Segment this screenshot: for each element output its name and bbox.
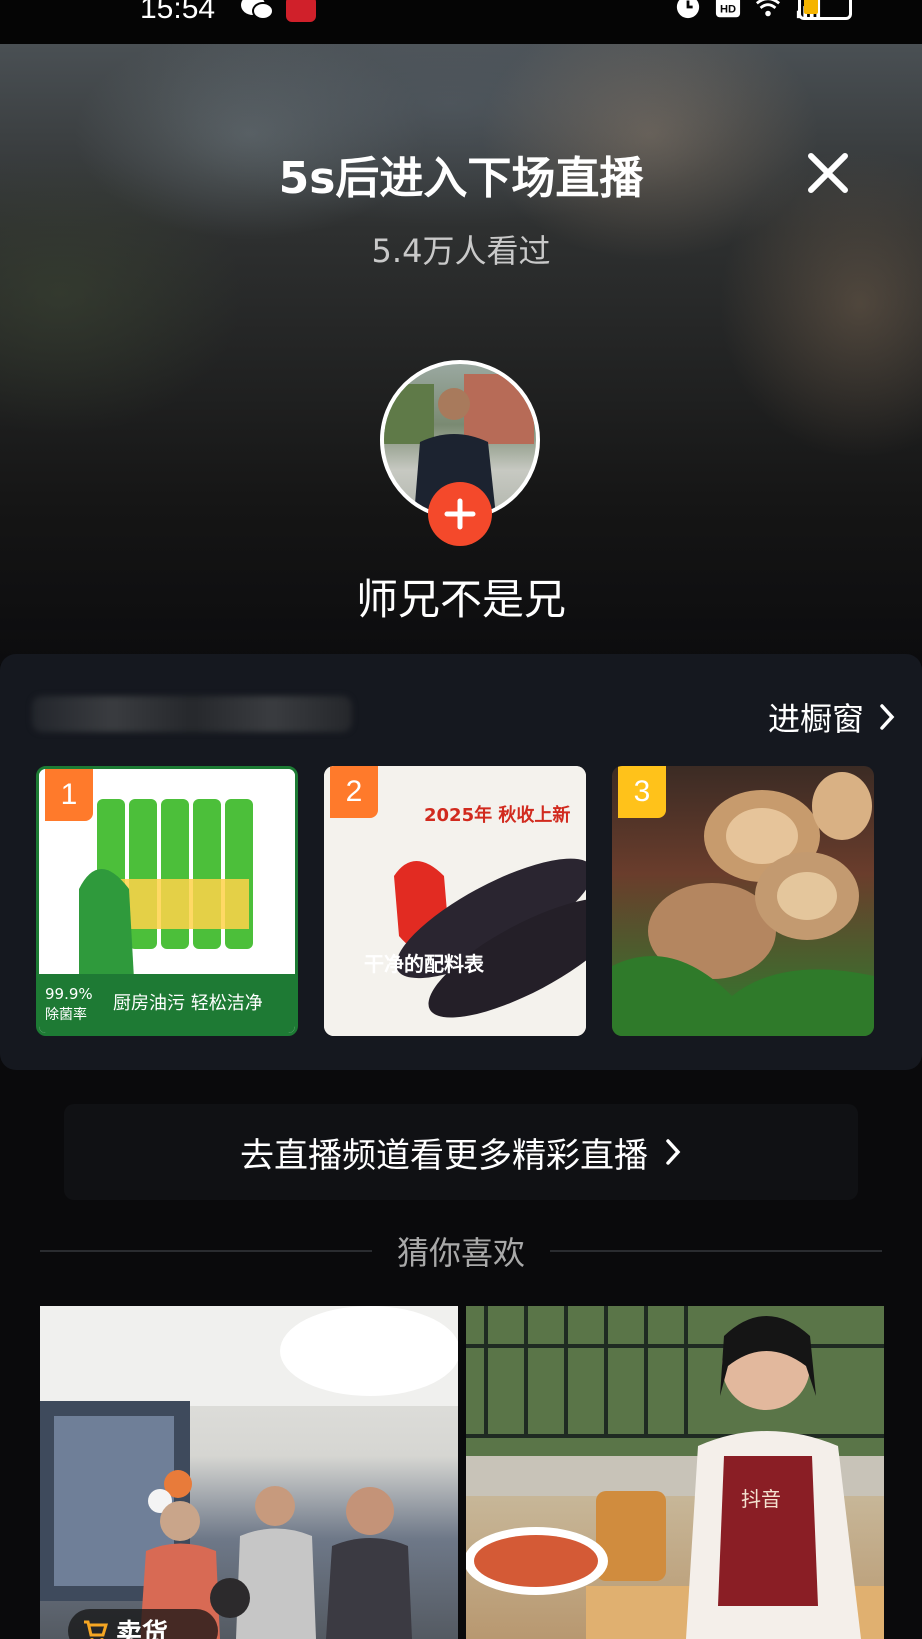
sell-badge-label: 卖货 bbox=[116, 1618, 169, 1639]
follow-button[interactable] bbox=[428, 482, 492, 546]
battery-icon bbox=[798, 0, 852, 20]
svg-text:抖音: 抖音 bbox=[741, 1487, 781, 1511]
live-channel-label: 去直播频道看更多精彩直播 bbox=[240, 1135, 648, 1176]
product-list: 99.9% 除菌率 厨房油污 轻松洁净 1 2025年 秋收上新 干净的配料表 … bbox=[36, 766, 874, 1036]
live-card[interactable]: 抖音 bbox=[466, 1306, 884, 1639]
product-card[interactable]: 3 bbox=[612, 766, 874, 1036]
rank-badge: 2 bbox=[330, 766, 378, 818]
chevron-right-icon bbox=[880, 704, 895, 730]
enter-shop-window-label: 进橱窗 bbox=[767, 700, 864, 738]
live-card[interactable]: 卖货 bbox=[40, 1306, 458, 1639]
wechat-icon bbox=[241, 0, 274, 20]
live-thumbnail-cooking: 抖音 bbox=[466, 1306, 884, 1639]
wifi-icon bbox=[755, 0, 781, 17]
viewer-count: 5.4万人看过 bbox=[371, 232, 551, 270]
app-notification-icon bbox=[286, 0, 316, 22]
streamer-name: 师兄不是兄 bbox=[355, 575, 566, 624]
svg-text:2025年 秋收上新: 2025年 秋收上新 bbox=[424, 804, 570, 826]
rank-badge: 3 bbox=[618, 766, 666, 818]
status-time: 15:54 bbox=[140, 0, 216, 25]
svg-text:干净的配料表: 干净的配料表 bbox=[364, 952, 485, 976]
enter-shop-window-link[interactable]: 进橱窗 bbox=[768, 694, 896, 740]
recommend-divider: 猜你喜欢 bbox=[0, 1228, 922, 1272]
rank-badge: 1 bbox=[45, 769, 93, 821]
divider-line-right bbox=[550, 1250, 882, 1252]
recommend-feed: 卖货 抖音 bbox=[40, 1306, 884, 1639]
product-badge-rate: 99.9% bbox=[45, 985, 93, 1003]
svg-text:厨房油污 轻松洁净: 厨房油污 轻松洁净 bbox=[113, 993, 263, 1014]
status-bar: 15:54 HD bbox=[0, 0, 922, 44]
live-thumbnail-group bbox=[40, 1306, 458, 1639]
shop-window-card: 进橱窗 99.9% 除菌率 厨房油污 轻松洁净 1 2025年 秋收上新 干净的… bbox=[0, 654, 922, 1070]
cart-icon bbox=[84, 1620, 108, 1639]
close-icon[interactable] bbox=[803, 148, 853, 198]
chevron-right-icon bbox=[666, 1139, 681, 1165]
product-card[interactable]: 2025年 秋收上新 干净的配料表 2 bbox=[324, 766, 586, 1036]
hd-icon: HD bbox=[715, 0, 741, 18]
product-card[interactable]: 99.9% 除菌率 厨房油污 轻松洁净 1 bbox=[36, 766, 298, 1036]
sell-badge: 卖货 bbox=[68, 1609, 218, 1639]
alarm-icon bbox=[676, 0, 700, 19]
page-title: 5s后进入下场直播 bbox=[278, 153, 644, 204]
svg-text:除菌率: 除菌率 bbox=[45, 1006, 87, 1023]
live-channel-button[interactable]: 去直播频道看更多精彩直播 bbox=[64, 1104, 858, 1200]
svg-text:HD: HD bbox=[720, 4, 736, 16]
shop-title-blurred bbox=[32, 696, 352, 732]
plus-icon bbox=[444, 498, 476, 530]
